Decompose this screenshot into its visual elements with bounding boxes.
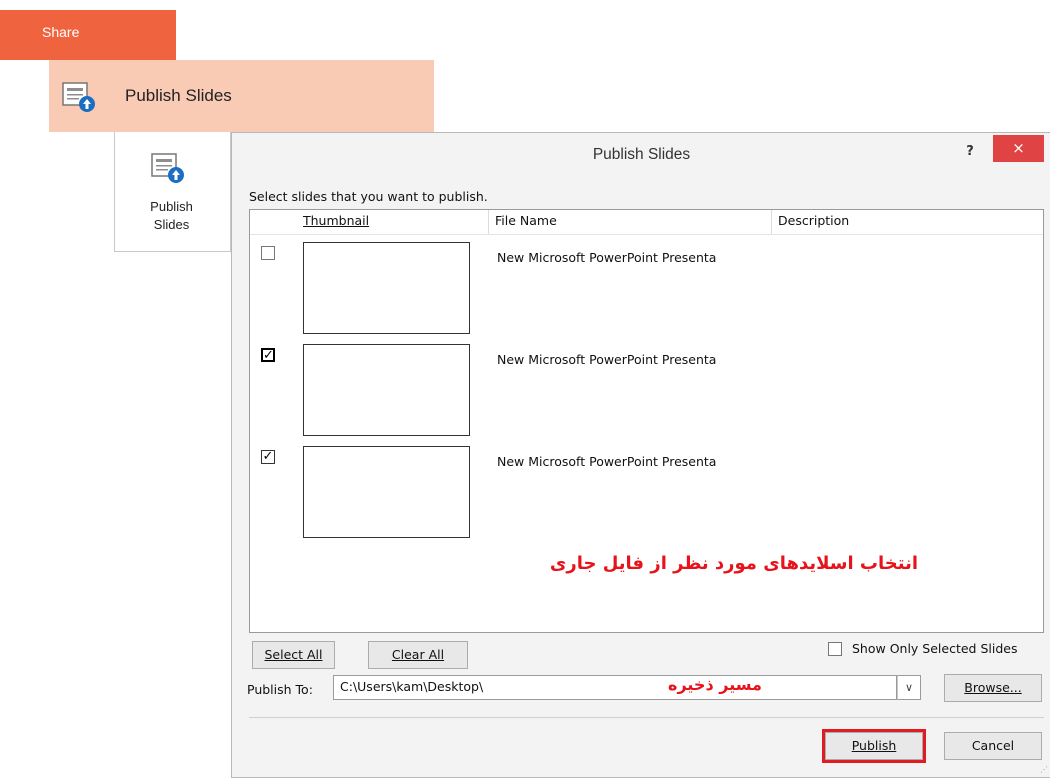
annotation-save-path: مسیر ذخیره: [668, 675, 762, 694]
resize-grip-icon[interactable]: ⋰: [1040, 765, 1048, 774]
browse-button[interactable]: Browse...: [944, 674, 1042, 702]
publish-slides-row-label: Publish Slides: [125, 86, 232, 105]
slide-row[interactable]: ✓ New Microsoft PowerPoint Presenta: [250, 344, 1043, 444]
column-thumbnail-label: Thumbnail: [303, 213, 370, 228]
help-button[interactable]: ?: [958, 141, 982, 163]
publish-slides-large-label: Publish Slides: [115, 198, 228, 234]
chevron-down-icon: ∨: [904, 681, 914, 694]
show-only-selected-checkbox[interactable]: [828, 642, 842, 656]
publish-label: Publish: [851, 738, 897, 753]
column-file-name-label: File Name: [495, 213, 557, 228]
publish-slides-large-button[interactable]: Publish Slides: [114, 132, 231, 252]
publish-slides-icon: [151, 152, 185, 184]
slide-checkbox[interactable]: [261, 246, 275, 260]
label-line-1: Publish: [150, 199, 193, 214]
column-divider[interactable]: [488, 210, 489, 234]
column-divider[interactable]: [771, 210, 772, 234]
slide-row[interactable]: New Microsoft PowerPoint Presenta: [250, 242, 1043, 342]
column-description-label: Description: [778, 213, 850, 228]
publish-to-input[interactable]: C:\Users\kam\Desktop\: [333, 675, 897, 700]
dialog-titlebar[interactable]: Publish Slides ? ×: [232, 133, 1050, 179]
publish-slides-row[interactable]: Publish Slides: [49, 60, 434, 132]
slide-file-name: New Microsoft PowerPoint Presenta: [497, 352, 717, 367]
slide-checkbox[interactable]: ✓: [261, 348, 275, 362]
slide-row[interactable]: ✓ New Microsoft PowerPoint Presenta: [250, 446, 1043, 546]
clear-all-label: Clear All: [391, 647, 445, 662]
instruction-text: Select slides that you want to publish.: [249, 189, 488, 204]
column-header-description[interactable]: Description: [778, 213, 849, 228]
show-only-selected-label[interactable]: Show Only Selected Slides: [852, 641, 1018, 656]
publish-slides-icon: [62, 81, 96, 113]
share-tab[interactable]: Share: [0, 10, 176, 60]
publish-to-dropdown-button[interactable]: ∨: [897, 675, 921, 700]
slide-file-name: New Microsoft PowerPoint Presenta: [497, 250, 717, 265]
browse-label: Browse...: [964, 680, 1022, 695]
close-button[interactable]: ×: [993, 135, 1044, 162]
publish-button[interactable]: Publish: [822, 729, 926, 763]
cancel-button[interactable]: Cancel: [944, 732, 1042, 760]
slide-checkbox[interactable]: ✓: [261, 450, 275, 464]
dialog-separator: [249, 717, 1044, 718]
slide-thumbnail: [303, 242, 470, 334]
clear-all-button[interactable]: Clear All: [368, 641, 468, 669]
slide-thumbnail: [303, 344, 470, 436]
slide-list[interactable]: Thumbnail File Name Description New Micr…: [249, 209, 1044, 633]
select-all-label: Select All: [264, 647, 323, 662]
slide-thumbnail: [303, 446, 470, 538]
select-all-button[interactable]: Select All: [252, 641, 335, 669]
column-header-file-name[interactable]: File Name: [495, 213, 557, 228]
label-line-2: Slides: [153, 217, 190, 232]
header-divider: [250, 234, 1043, 235]
column-header-thumbnail[interactable]: Thumbnail: [303, 213, 369, 228]
dialog-title: Publish Slides: [592, 146, 691, 163]
slide-file-name: New Microsoft PowerPoint Presenta: [497, 454, 717, 469]
annotation-select-slides: انتخاب اسلایدهای مورد نظر از فایل جاری: [549, 553, 918, 574]
publish-slides-dialog: Publish Slides ? × Select slides that yo…: [231, 132, 1050, 778]
publish-to-label: Publish To:: [247, 682, 313, 697]
